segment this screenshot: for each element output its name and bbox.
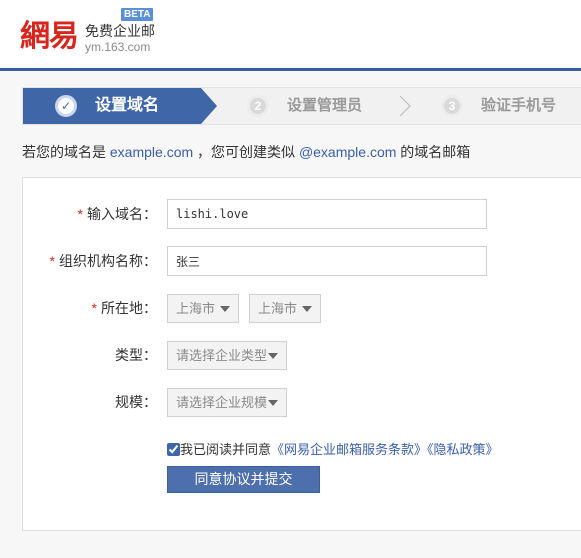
agreement-row: 我已阅读并同意《网易企业邮箱服务条款》《隐私政策》: [167, 441, 499, 459]
location-label: 所在地：: [101, 300, 157, 316]
intro-part3: 的域名邮箱: [396, 144, 471, 160]
product-name: 免费企业邮: [85, 23, 155, 39]
org-row-label: * 组织机构名称：: [23, 252, 157, 270]
required-mark: *: [49, 253, 55, 269]
header-divider: [0, 68, 581, 71]
company-scale-select[interactable]: 请选择企业规模: [167, 388, 287, 417]
step-1-active: ✓ 设置域名: [23, 88, 201, 124]
company-type-placeholder: 请选择企业类型: [176, 348, 268, 363]
intro-example-domain: example.com: [109, 144, 194, 160]
step-1-label: 设置域名: [95, 97, 160, 114]
dropdown-caret-icon: [302, 306, 312, 312]
step-3-label: 验证手机号: [481, 97, 557, 114]
scale-row-label: 规模：: [23, 393, 157, 411]
dropdown-caret-icon: [220, 306, 230, 312]
chevron-right-icon: [399, 95, 411, 117]
check-icon: ✓: [55, 95, 77, 117]
netease-logo[interactable]: 網易: [20, 20, 79, 54]
type-label: 类型：: [115, 347, 157, 363]
product-domain: ym.163.com: [85, 40, 151, 54]
domain-input[interactable]: [167, 199, 487, 229]
company-type-select[interactable]: 请选择企业类型: [167, 341, 287, 370]
org-name-input[interactable]: [167, 246, 487, 276]
intro-part1: 若您的域名是: [22, 144, 110, 160]
terms-link[interactable]: 《网易企业邮箱服务条款》: [271, 442, 427, 457]
intro-text: 若您的域名是 example.com ，您可创建类似 @example.com …: [22, 143, 470, 161]
dropdown-caret-icon: [268, 353, 278, 359]
registration-form: *输入域名： *组织机构名称： *所在地： 上海市 上海市 类型： 请选择企业类…: [22, 177, 581, 531]
step-3-number: 3: [441, 95, 463, 117]
agree-submit-button[interactable]: 同意协议并提交: [167, 466, 320, 493]
step-arrow-shape: [201, 88, 217, 124]
step-progress-bar: ✓ 设置域名 2 设置管理员 3 验证手机号: [22, 87, 581, 125]
intro-part2: ，您可创建类似: [193, 144, 299, 160]
province-value: 上海市: [176, 301, 216, 316]
province-select[interactable]: 上海市: [167, 294, 239, 323]
company-scale-placeholder: 请选择企业规模: [176, 395, 268, 410]
agree-checkbox[interactable]: [167, 443, 180, 456]
scale-label: 规模：: [115, 394, 157, 410]
agree-text: 我已阅读并同意: [180, 442, 272, 457]
city-value: 上海市: [258, 301, 298, 316]
step-2-label: 设置管理员: [287, 97, 363, 114]
city-select[interactable]: 上海市: [249, 294, 321, 323]
site-header: 網易 BETA 免费企业邮 ym.163.com: [0, 0, 581, 68]
dropdown-caret-icon: [268, 400, 278, 406]
intro-example-address: @example.com: [298, 144, 397, 160]
beta-badge: BETA: [121, 8, 154, 21]
domain-row-label: * 输入域名：: [23, 205, 157, 223]
domain-label: 输入域名：: [87, 206, 157, 222]
type-row-label: 类型：: [23, 346, 157, 364]
location-row-label: * 所在地：: [23, 299, 157, 317]
org-name-label: 组织机构名称：: [59, 253, 157, 269]
required-mark: *: [91, 300, 97, 316]
step-2-number: 2: [247, 95, 269, 117]
required-mark: *: [77, 206, 83, 222]
privacy-link[interactable]: 《隐私政策》: [427, 442, 499, 457]
